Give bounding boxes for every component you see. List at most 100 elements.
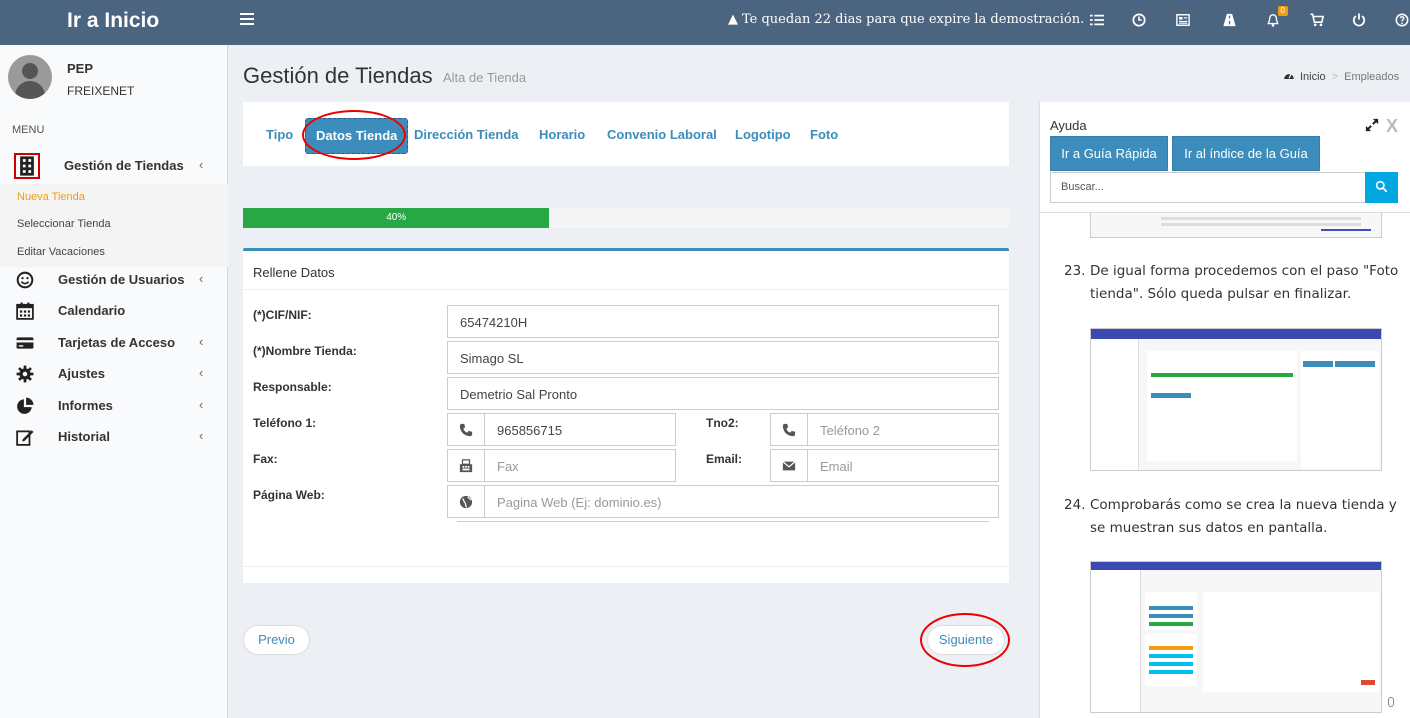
top-navbar: Ir a Inicio ▲ Te quedan 22 dias para que … xyxy=(0,0,1410,45)
edit-icon xyxy=(16,428,34,446)
avatar xyxy=(8,55,52,99)
user-name: PEP xyxy=(67,61,94,76)
email-field[interactable]: Email xyxy=(807,449,999,482)
page-title: Gestión de Tiendas xyxy=(243,63,433,88)
chevron-left-icon: ‹ xyxy=(199,428,204,443)
phone-icon xyxy=(447,413,485,446)
expand-icon[interactable] xyxy=(1365,118,1379,132)
sidebar-item-gestion-usuarios[interactable]: Gestión de Usuarios ‹ xyxy=(0,266,228,296)
guide-screenshot xyxy=(1090,561,1382,713)
user-panel: PEP FREIXENET xyxy=(0,45,228,115)
store-data-form: Rellene Datos (*)CIF/NIF: 65474210H (*)N… xyxy=(243,248,1009,583)
nombre-tienda-field[interactable]: Simago SL xyxy=(447,341,999,374)
sidebar-toggle-icon[interactable] xyxy=(240,13,254,27)
building-icon xyxy=(14,153,40,179)
tab-logotipo[interactable]: Logotipo xyxy=(735,127,791,142)
help-search-input[interactable]: Buscar... xyxy=(1050,172,1366,203)
chevron-left-icon: ‹ xyxy=(199,365,204,380)
help-step-23: 23. De igual forma procedemos con el paso… xyxy=(1064,263,1399,302)
fax-icon xyxy=(447,449,485,482)
telefono1-label: Teléfono 1: xyxy=(253,416,317,430)
sidebar-item-label: Calendario xyxy=(58,303,126,318)
sidebar-item-label: Historial xyxy=(58,429,111,444)
brand-home-link[interactable]: Ir a Inicio xyxy=(0,0,228,45)
tab-convenio-laboral[interactable]: Convenio Laboral xyxy=(607,127,717,142)
guide-index-button[interactable]: Ir al índice de la Guía xyxy=(1172,136,1320,171)
cif-field[interactable]: 65474210H xyxy=(447,305,999,338)
help-title: Ayuda xyxy=(1050,118,1087,133)
progress-fill: 40% xyxy=(243,208,550,228)
pie-chart-icon xyxy=(16,397,34,415)
sidebar-item-label: Ajustes xyxy=(58,366,105,381)
dashboard-icon xyxy=(1284,73,1294,79)
chevron-left-icon: ‹ xyxy=(199,397,204,412)
phone-icon xyxy=(770,413,808,446)
progress-bar: 40% xyxy=(243,208,1009,228)
sidebar-item-ajustes[interactable]: Ajustes ‹ xyxy=(0,360,228,390)
help-panel: Ayuda X Ir a Guía Rápida Ir al índice de… xyxy=(1039,102,1410,718)
guide-screenshot xyxy=(1090,328,1382,471)
tab-foto[interactable]: Foto xyxy=(810,127,838,142)
email-label: Email: xyxy=(706,452,743,466)
tab-tipo[interactable]: Tipo xyxy=(266,127,293,142)
page-subtitle: Alta de Tienda xyxy=(443,70,527,85)
tab-datos-tienda[interactable]: Datos Tienda xyxy=(305,118,409,154)
credit-card-icon xyxy=(16,334,34,352)
sidebar-item-label: Tarjetas de Acceso xyxy=(58,335,176,350)
responsable-label: Responsable: xyxy=(253,380,332,394)
breadcrumb-current: Empleados xyxy=(1344,71,1400,83)
breadcrumb: Inicio > Empleados xyxy=(1283,70,1399,83)
warning-icon: ▲ xyxy=(728,12,738,27)
sidebar-item-tarjetas-acceso[interactable]: Tarjetas de Acceso ‹ xyxy=(0,329,228,359)
cart-icon[interactable] xyxy=(1309,13,1325,29)
tab-direccion-tienda[interactable]: Dirección Tienda xyxy=(414,127,519,142)
submenu-nueva-tienda[interactable]: Nueva Tienda xyxy=(0,184,228,212)
web-field[interactable]: Pagina Web (Ej: dominio.es) xyxy=(484,485,999,518)
globe-icon xyxy=(447,485,485,518)
gear-icon xyxy=(16,365,34,383)
chevron-left-icon: ‹ xyxy=(199,271,204,286)
previous-button[interactable]: Previo xyxy=(243,625,310,655)
power-icon[interactable] xyxy=(1351,13,1367,29)
submenu-seleccionar-tienda[interactable]: Seleccionar Tienda xyxy=(0,211,228,239)
chevron-left-icon: ‹ xyxy=(199,334,204,349)
cif-label: (*)CIF/NIF: xyxy=(253,308,312,322)
chevron-left-icon: ‹ xyxy=(199,157,204,172)
notification-badge: 0 xyxy=(1277,6,1288,16)
sidebar-item-label: Gestión de Tiendas xyxy=(64,158,184,173)
guide-screenshot xyxy=(1090,213,1382,238)
help-step-24: 24. Comprobarás como se crea la nueva tie… xyxy=(1064,497,1397,536)
fax-label: Fax: xyxy=(253,452,278,466)
list-icon[interactable] xyxy=(1089,13,1105,29)
user-company: FREIXENET xyxy=(67,84,135,98)
sidebar-item-informes[interactable]: Informes ‹ xyxy=(0,392,228,422)
sidebar-item-historial[interactable]: Historial ‹ xyxy=(0,423,228,453)
next-button[interactable]: Siguiente xyxy=(927,625,1005,655)
telefono1-field[interactable]: 965856715 xyxy=(484,413,676,446)
road-icon[interactable] xyxy=(1221,13,1237,29)
sidebar: PEP FREIXENET MENU Gestión de Tiendas ‹ … xyxy=(0,45,228,718)
responsable-field[interactable]: Demetrio Sal Pronto xyxy=(447,377,999,410)
tab-horario[interactable]: Horario xyxy=(539,127,585,142)
fax-field[interactable]: Fax xyxy=(484,449,676,482)
clock-icon[interactable] xyxy=(1131,13,1147,29)
breadcrumb-home[interactable]: Inicio xyxy=(1300,71,1326,83)
sidebar-item-calendario[interactable]: Calendario xyxy=(0,297,228,327)
menu-header: MENU xyxy=(12,124,45,136)
form-title: Rellene Datos xyxy=(253,265,335,280)
newspaper-icon[interactable] xyxy=(1175,13,1191,29)
telefono2-field[interactable]: Teléfono 2 xyxy=(807,413,999,446)
bell-icon[interactable]: 0 xyxy=(1265,6,1288,29)
calendar-icon xyxy=(16,302,34,320)
help-icon[interactable] xyxy=(1394,13,1410,29)
nombre-tienda-label: (*)Nombre Tienda: xyxy=(253,344,357,358)
tno2-label: Tno2: xyxy=(706,416,739,430)
quick-guide-button[interactable]: Ir a Guía Rápida xyxy=(1050,136,1168,171)
help-scrollbar[interactable] xyxy=(1384,102,1397,707)
sidebar-item-label: Informes xyxy=(58,398,113,413)
wizard-tabs: Tipo Datos Tienda Dirección Tienda Horar… xyxy=(243,102,1009,166)
sidebar-item-gestion-tiendas[interactable]: Gestión de Tiendas ‹ xyxy=(0,150,228,180)
submenu-editar-vacaciones[interactable]: Editar Vacaciones xyxy=(0,239,228,267)
smile-icon xyxy=(16,271,34,289)
web-label: Página Web: xyxy=(253,488,325,502)
